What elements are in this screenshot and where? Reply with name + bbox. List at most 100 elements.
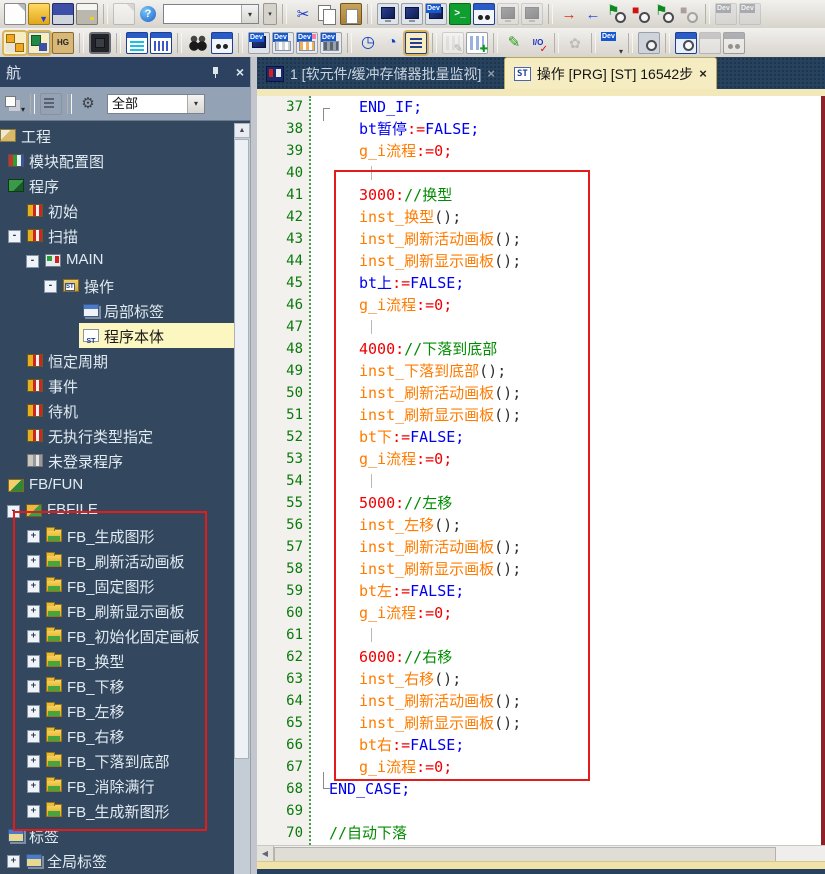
find-icon[interactable] <box>187 32 209 54</box>
tab-operation-st[interactable]: ST 操作 [PRG] [ST] 16542步 × <box>504 57 717 89</box>
help-icon[interactable]: ? <box>137 3 159 25</box>
document-disabled-icon[interactable] <box>113 3 135 25</box>
code-line[interactable]: 484000://下落到底部 <box>257 338 821 360</box>
settings-gear-icon[interactable]: ⚙ <box>77 93 99 115</box>
scrollbar-thumb[interactable] <box>274 847 776 862</box>
device-search-icon[interactable] <box>638 32 660 54</box>
find-in-window-icon[interactable] <box>211 32 233 54</box>
code-line[interactable]: 68END_CASE; <box>257 778 821 800</box>
run-forward-icon[interactable]: → <box>558 3 580 25</box>
tree-expander-icon[interactable]: + <box>27 755 40 768</box>
new-document-icon[interactable] <box>4 3 26 25</box>
tree-item[interactable]: -操作 <box>0 273 234 298</box>
memory-window-icon[interactable] <box>150 32 172 54</box>
code-line[interactable]: 65inst_刷新显示画板(); <box>257 712 821 734</box>
tab-device-monitor[interactable]: 1 [软元件/缓冲存储器批量监视] × <box>257 58 504 89</box>
code-line[interactable]: 46g_i流程:=0; <box>257 294 821 316</box>
code-line[interactable]: 70//自动下落 <box>257 822 821 844</box>
code-line[interactable]: 47 <box>257 316 821 338</box>
module-icon[interactable] <box>89 32 111 54</box>
copy-icon[interactable] <box>316 3 338 25</box>
code-line[interactable]: 413000://换型 <box>257 184 821 206</box>
code-line[interactable]: 37END_IF; <box>257 96 821 118</box>
tree-item[interactable]: -MAIN <box>0 248 234 273</box>
terminal-monitor-icon[interactable]: >_ <box>449 3 471 25</box>
tree-item[interactable]: 工程 <box>0 123 234 148</box>
tree-item[interactable]: 恒定周期 <box>0 348 234 373</box>
scroll-left-icon[interactable]: ◀ <box>257 846 274 861</box>
code-line[interactable]: 40 <box>257 162 821 184</box>
tree-item[interactable]: +FB_固定图形 <box>0 573 234 598</box>
horizontal-scrollbar[interactable]: ◀ <box>257 845 825 861</box>
tree-item[interactable]: +FB_下落到底部 <box>0 748 234 773</box>
code-line[interactable]: 555000://左移 <box>257 492 821 514</box>
monitor-status-icon[interactable]: ◔ <box>381 32 403 54</box>
tree-item[interactable]: +FB_生成图形 <box>0 523 234 548</box>
st-view-icon[interactable] <box>405 32 427 54</box>
code-line[interactable]: 626000://右移 <box>257 646 821 668</box>
tree-item[interactable]: +FB_换型 <box>0 648 234 673</box>
tree-expander-icon[interactable]: + <box>27 805 40 818</box>
tree-expander-icon[interactable]: + <box>7 855 20 868</box>
tree-expander-icon[interactable]: + <box>27 655 40 668</box>
code-line[interactable]: 60g_i流程:=0; <box>257 602 821 624</box>
code-line[interactable]: 57inst_刷新活动画板(); <box>257 536 821 558</box>
print-icon[interactable] <box>76 3 98 25</box>
collapse-all-icon[interactable] <box>40 93 62 115</box>
scrollbar-thumb[interactable] <box>234 139 249 759</box>
watch-disabled-icon[interactable]: ■ <box>678 3 700 25</box>
display-option-icon[interactable]: ▾ <box>3 93 25 115</box>
code-line[interactable]: 50inst_刷新活动画板(); <box>257 382 821 404</box>
label-editor-icon[interactable]: ✎ <box>503 32 525 54</box>
tree-expander-icon[interactable]: + <box>27 780 40 793</box>
tree-item[interactable]: 待机 <box>0 398 234 423</box>
device-monitor-icon-2[interactable]: Dev <box>248 32 270 54</box>
code-line[interactable]: 59bt左:=FALSE; <box>257 580 821 602</box>
code-line[interactable]: 49inst_下落到底部(); <box>257 360 821 382</box>
tree-expander-icon[interactable]: + <box>27 580 40 593</box>
code-line[interactable]: 63inst_右移(); <box>257 668 821 690</box>
code-line[interactable]: 66bt右:=FALSE; <box>257 734 821 756</box>
tree-item[interactable]: 程序本体 <box>0 323 234 348</box>
monitor-disabled-icon-1[interactable] <box>497 3 519 25</box>
tree-scrollbar[interactable]: ▲ <box>234 123 250 874</box>
watch-verify-icon[interactable]: ⚑ <box>654 3 676 25</box>
tree-item[interactable]: 模块配置图 <box>0 148 234 173</box>
code-line[interactable]: 53g_i流程:=0; <box>257 448 821 470</box>
project-tree-icon[interactable] <box>4 32 26 54</box>
tree-expander-icon[interactable]: + <box>27 730 40 743</box>
paste-icon[interactable] <box>340 3 362 25</box>
monitor-disabled-icon-2[interactable] <box>521 3 543 25</box>
tree-expander-icon[interactable]: + <box>27 680 40 693</box>
write-to-plc-icon[interactable] <box>28 32 50 54</box>
tree-item[interactable]: 初始 <box>0 198 234 223</box>
tree-item[interactable]: 程序 <box>0 173 234 198</box>
option-disabled-icon[interactable]: ✿ <box>564 32 586 54</box>
grid-insert-icon[interactable]: ✚ <box>466 32 488 54</box>
code-line[interactable]: 45bt上:=FALSE; <box>257 272 821 294</box>
tree-expander-icon[interactable]: + <box>27 705 40 718</box>
window-zoom-icon[interactable] <box>675 32 697 54</box>
device-batch-monitor-icon[interactable]: Dev <box>272 32 294 54</box>
tree-item[interactable]: +FB_消除满行 <box>0 773 234 798</box>
tree-item[interactable]: +FB_刷新显示画板 <box>0 598 234 623</box>
tree-item[interactable]: 无执行类型指定 <box>0 423 234 448</box>
code-line[interactable]: 51inst_刷新显示画板(); <box>257 404 821 426</box>
grid-edit-disabled-icon[interactable]: ✎ <box>442 32 464 54</box>
window-disabled-icon-2[interactable] <box>723 32 745 54</box>
open-project-icon[interactable]: ▼ <box>28 3 50 25</box>
code-line[interactable]: 56inst_左移(); <box>257 514 821 536</box>
watch-timer-icon[interactable]: ◷ <box>357 32 379 54</box>
tree-item[interactable]: FB/FUN <box>0 473 234 498</box>
code-line[interactable]: 64inst_刷新活动画板(); <box>257 690 821 712</box>
quick-find-combobox[interactable]: ▾ <box>163 4 259 24</box>
code-line[interactable]: 52bt下:=FALSE; <box>257 426 821 448</box>
verify-icon[interactable]: HG <box>52 32 74 54</box>
run-back-icon[interactable]: ← <box>582 3 604 25</box>
tree-item[interactable]: 标签 <box>0 823 234 848</box>
tree-item[interactable]: -扫描 <box>0 223 234 248</box>
tree-expander-icon[interactable]: - <box>8 230 21 243</box>
code-line[interactable]: 42inst_换型(); <box>257 206 821 228</box>
tree-item[interactable]: +FB_右移 <box>0 723 234 748</box>
tree-item[interactable]: 局部标签 <box>0 298 234 323</box>
